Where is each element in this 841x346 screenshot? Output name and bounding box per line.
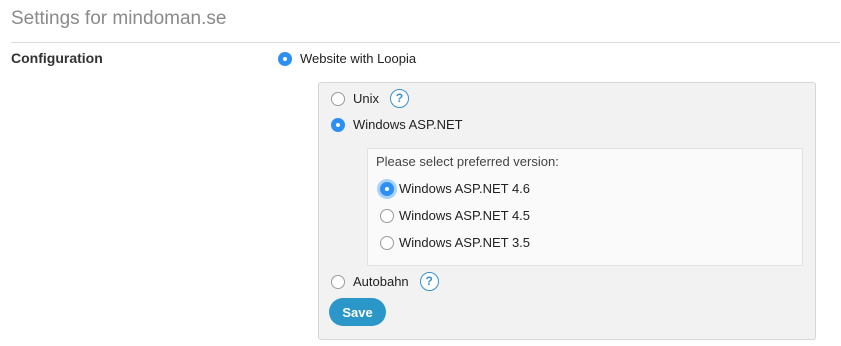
version-4-6-label: Windows ASP.NET 4.6 <box>399 181 531 196</box>
version-prompt: Please select preferred version: <box>376 154 559 169</box>
version-4-5-radio[interactable] <box>380 208 394 223</box>
autobahn-help-icon[interactable]: ? <box>419 272 439 291</box>
windows-aspnet-label: Windows ASP.NET <box>353 117 463 132</box>
autobahn-label: Autobahn <box>353 274 409 289</box>
configuration-label: Configuration <box>11 50 103 66</box>
header-divider <box>11 42 840 43</box>
unix-label: Unix <box>353 91 380 106</box>
unix-help-icon[interactable]: ? <box>390 89 410 108</box>
website-with-loopia-option[interactable]: Website with Loopia <box>278 51 416 66</box>
autobahn-option[interactable]: Autobahn ? <box>331 272 439 291</box>
version-3-5-label: Windows ASP.NET 3.5 <box>399 235 531 250</box>
version-option-4-6[interactable]: Windows ASP.NET 4.6 <box>380 181 530 196</box>
version-3-5-radio[interactable] <box>380 235 394 250</box>
windows-aspnet-radio[interactable] <box>331 117 345 132</box>
website-with-loopia-radio[interactable] <box>278 51 292 66</box>
save-button[interactable]: Save <box>329 298 386 326</box>
version-4-6-radio[interactable] <box>380 181 394 196</box>
autobahn-radio[interactable] <box>331 274 345 289</box>
unix-option[interactable]: Unix ? <box>331 89 410 108</box>
version-4-5-label: Windows ASP.NET 4.5 <box>399 208 531 223</box>
unix-radio[interactable] <box>331 91 345 106</box>
page-title: Settings for mindoman.se <box>11 8 227 29</box>
website-with-loopia-label: Website with Loopia <box>300 51 417 66</box>
windows-aspnet-option[interactable]: Windows ASP.NET <box>331 117 463 132</box>
version-option-3-5[interactable]: Windows ASP.NET 3.5 <box>380 235 530 250</box>
version-option-4-5[interactable]: Windows ASP.NET 4.5 <box>380 208 530 223</box>
